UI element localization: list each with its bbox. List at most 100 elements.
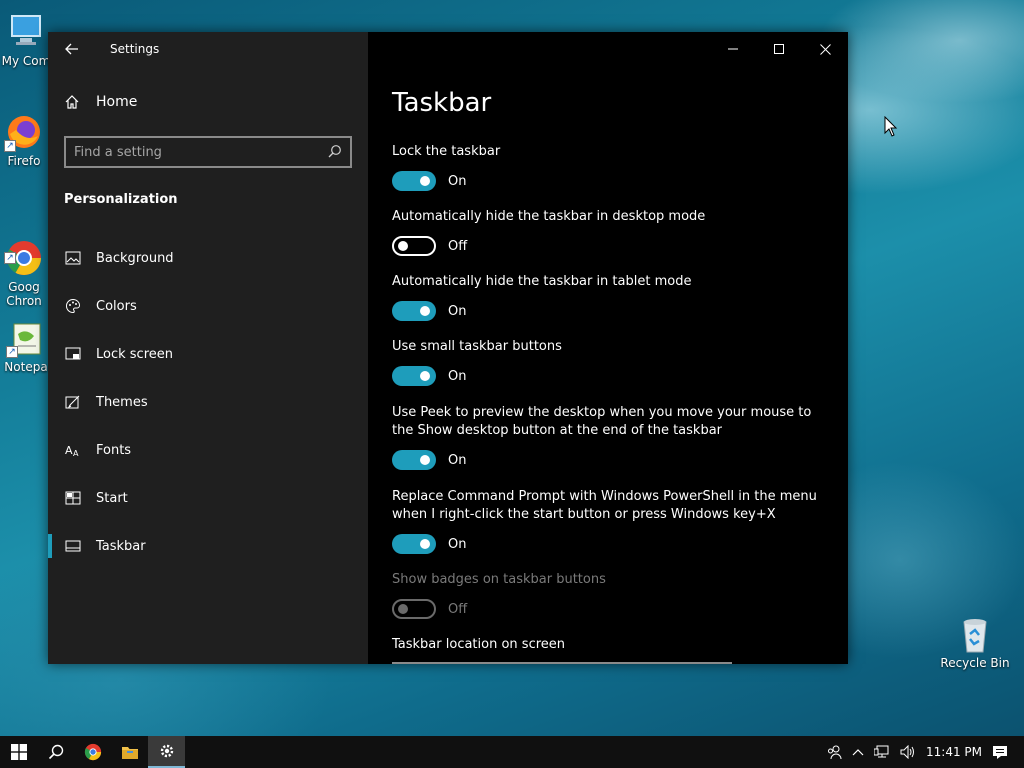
toggle-state: Off: [448, 238, 468, 254]
sidebar-item-label: Lock screen: [96, 346, 173, 362]
setting-autohide-tablet: Automatically hide the taskbar in tablet…: [392, 273, 832, 321]
svg-text:A: A: [65, 444, 73, 457]
minimize-button[interactable]: [710, 32, 756, 66]
setting-powershell: Replace Command Prompt with Windows Powe…: [392, 488, 832, 554]
setting-small-buttons: Use small taskbar buttons On: [392, 338, 832, 386]
section-title: Personalization: [64, 192, 178, 207]
lock-taskbar-toggle[interactable]: [392, 171, 436, 191]
toggle-state: On: [448, 303, 467, 319]
title-bar: Settings: [48, 32, 368, 66]
show-hidden-icons-button[interactable]: [847, 748, 869, 756]
sidebar-item-lock-screen[interactable]: Lock screen: [48, 330, 368, 378]
shortcut-arrow-icon: ↗: [4, 252, 16, 264]
back-arrow-icon: [65, 43, 78, 55]
home-link[interactable]: Home: [64, 94, 137, 110]
taskbar-icon: [64, 537, 82, 555]
setting-label: Replace Command Prompt with Windows Powe…: [392, 489, 817, 522]
search-icon: [48, 744, 63, 760]
badges-toggle: [392, 599, 436, 619]
autohide-tablet-toggle[interactable]: [392, 301, 436, 321]
setting-label: Show badges on taskbar buttons: [392, 572, 606, 587]
clock[interactable]: 11:41 PM: [921, 745, 987, 759]
powershell-toggle[interactable]: [392, 534, 436, 554]
close-icon: [819, 43, 831, 55]
sidebar-item-label: Background: [96, 250, 174, 266]
recycle-bin-icon: [955, 614, 995, 654]
search-input[interactable]: [74, 144, 328, 160]
sidebar-item-background[interactable]: Background: [48, 234, 368, 282]
setting-peek: Use Peek to preview the desktop when you…: [392, 404, 832, 470]
search-box[interactable]: [64, 136, 352, 168]
page-title: Taskbar: [392, 88, 492, 118]
home-icon: [64, 94, 82, 110]
folder-icon: [121, 747, 138, 759]
settings-sidebar: Settings Home Personalization Background…: [48, 32, 368, 664]
computer-icon: [6, 12, 46, 52]
toggle-state: On: [448, 452, 467, 468]
setting-location: Taskbar location on screen: [392, 636, 832, 654]
minimize-icon: [728, 48, 738, 50]
home-label: Home: [96, 94, 138, 110]
setting-autohide-desktop: Automatically hide the taskbar in deskto…: [392, 208, 832, 256]
firefox-icon: ↗: [4, 112, 44, 152]
small-buttons-toggle[interactable]: [392, 366, 436, 386]
sidebar-item-start[interactable]: Start: [48, 474, 368, 522]
speaker-icon: [900, 745, 914, 759]
toggle-state: On: [448, 173, 467, 189]
desktop-icon-label: Recycle Bin: [940, 656, 1010, 670]
notepad-icon: ↗: [6, 318, 46, 358]
desktop-icon-recycle-bin[interactable]: Recycle Bin: [938, 614, 1012, 670]
search-icon[interactable]: [328, 143, 342, 162]
start-icon: [64, 489, 82, 507]
font-icon: AA: [64, 441, 82, 459]
people-button[interactable]: [821, 744, 847, 760]
sidebar-item-label: Fonts: [96, 442, 132, 458]
notifications-icon: [993, 745, 1007, 759]
chevron-up-icon: [852, 749, 864, 756]
maximize-icon: [774, 44, 784, 54]
brush-icon: [64, 393, 82, 411]
window-title: Settings: [110, 42, 160, 56]
search-button[interactable]: [37, 736, 74, 768]
sidebar-item-taskbar[interactable]: Taskbar: [48, 522, 368, 570]
toggle-state: On: [448, 536, 467, 552]
close-button[interactable]: [802, 32, 848, 66]
chrome-icon: ↗: [4, 224, 44, 275]
sidebar-item-fonts[interactable]: AA Fonts: [48, 426, 368, 474]
toggle-state: Off: [448, 601, 468, 617]
lock-screen-icon: [64, 345, 82, 363]
taskbar-file-explorer[interactable]: [111, 736, 148, 768]
sidebar-nav: Background Colors Lock screen Themes AA …: [48, 234, 368, 570]
network-button[interactable]: [869, 745, 895, 759]
mouse-cursor-icon: [884, 116, 898, 137]
people-icon: [828, 745, 842, 760]
system-tray: 11:41 PM: [821, 736, 1024, 768]
settings-window: Settings Home Personalization Background…: [48, 32, 848, 664]
chrome-icon: [84, 743, 101, 761]
taskbar-settings[interactable]: [148, 736, 185, 768]
window-controls: [710, 32, 848, 66]
setting-label: Automatically hide the taskbar in tablet…: [392, 274, 692, 289]
toggle-state: On: [448, 368, 467, 384]
gear-icon: [160, 744, 173, 758]
back-button[interactable]: [48, 32, 96, 66]
windows-taskbar: 11:41 PM: [0, 736, 1024, 768]
setting-label: Automatically hide the taskbar in deskto…: [392, 209, 706, 224]
sidebar-item-themes[interactable]: Themes: [48, 378, 368, 426]
action-center-button[interactable]: [987, 745, 1024, 760]
autohide-desktop-toggle[interactable]: [392, 236, 436, 256]
taskbar-location-dropdown[interactable]: [392, 662, 732, 664]
setting-label: Lock the taskbar: [392, 144, 501, 159]
sidebar-item-label: Themes: [96, 394, 148, 410]
palette-icon: [64, 297, 82, 315]
setting-lock-taskbar: Lock the taskbar On: [392, 143, 832, 191]
windows-logo-icon: [10, 744, 27, 760]
start-button[interactable]: [0, 736, 37, 768]
shortcut-arrow-icon: ↗: [4, 140, 16, 152]
sidebar-item-label: Taskbar: [96, 538, 146, 554]
volume-button[interactable]: [895, 745, 921, 759]
maximize-button[interactable]: [756, 32, 802, 66]
peek-toggle[interactable]: [392, 450, 436, 470]
sidebar-item-colors[interactable]: Colors: [48, 282, 368, 330]
taskbar-chrome[interactable]: [74, 736, 111, 768]
